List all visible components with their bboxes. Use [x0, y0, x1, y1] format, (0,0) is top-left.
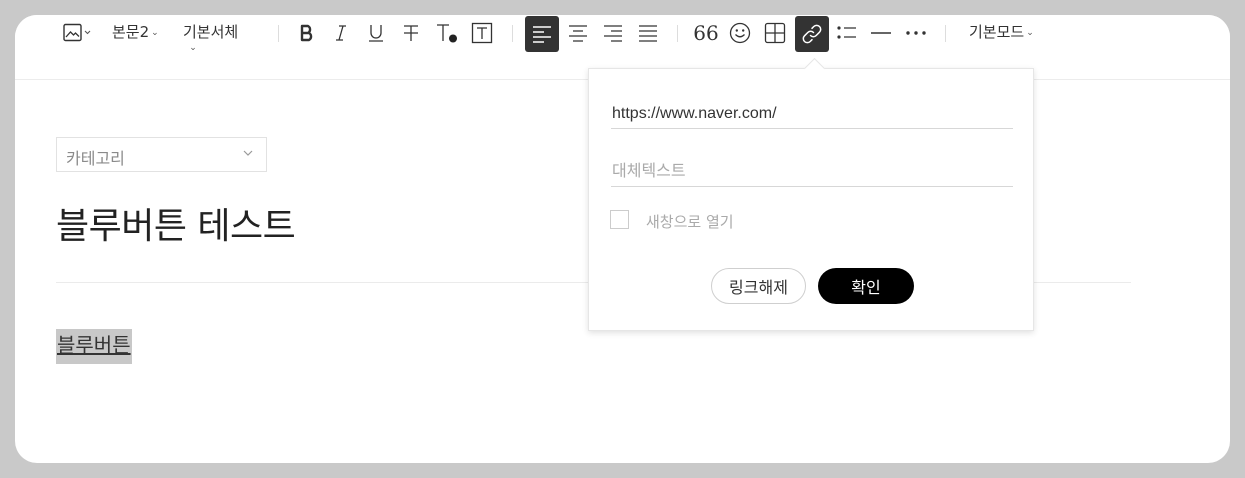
toolbar-separator [512, 25, 513, 42]
editor-window: 본문2 ⌄ 기본서체 ⌄ 66 기본모드 ⌄ 카테고리 블루버튼 테스트 블루버… [15, 15, 1230, 463]
chevron-down-icon [243, 150, 253, 156]
font-family-dropdown[interactable]: 기본서체 ⌄ [183, 21, 238, 56]
list-button[interactable] [835, 22, 859, 44]
align-right-button[interactable] [601, 22, 625, 44]
new-window-checkbox[interactable] [610, 210, 629, 229]
image-insert-button[interactable] [59, 21, 95, 45]
emoji-button[interactable] [728, 22, 752, 44]
toolbar-separator [945, 25, 946, 42]
mode-dropdown[interactable]: 기본모드 ⌄ [969, 21, 1034, 42]
chevron-down-icon: ⌄ [151, 28, 159, 38]
strikethrough-button[interactable] [399, 21, 423, 45]
horizontal-line-icon [871, 32, 891, 34]
link-popover: 새창으로 열기 링크해제 확인 [588, 57, 1034, 331]
horizontal-line-button[interactable] [869, 22, 893, 44]
text-background-button[interactable] [470, 21, 494, 45]
text-background-icon [471, 22, 493, 44]
quote-icon: 66 [693, 21, 719, 45]
strikethrough-icon [404, 25, 418, 41]
quote-button[interactable]: 66 [692, 20, 720, 46]
align-center-button[interactable] [566, 22, 590, 44]
paragraph-style-label: 본문2 [112, 23, 150, 41]
link-icon [802, 24, 822, 44]
emoji-icon [729, 22, 751, 44]
link-button[interactable] [795, 16, 829, 52]
table-icon [764, 22, 786, 44]
category-placeholder: 카테고리 [66, 149, 125, 168]
align-center-icon [569, 25, 587, 42]
mode-label: 기본모드 [969, 23, 1025, 41]
alt-text-input[interactable] [611, 157, 1013, 187]
toolbar-separator [677, 25, 678, 42]
bold-icon [300, 24, 313, 42]
chevron-down-icon: ⌄ [189, 43, 197, 53]
underline-icon [369, 25, 383, 42]
underline-button[interactable] [364, 21, 388, 45]
confirm-button[interactable]: 확인 [818, 268, 914, 304]
align-left-icon [533, 26, 551, 43]
italic-icon [336, 25, 346, 41]
italic-button[interactable] [329, 21, 353, 45]
paragraph-style-dropdown[interactable]: 본문2 ⌄ [112, 21, 159, 42]
image-icon [63, 23, 91, 42]
list-icon [837, 26, 856, 39]
bold-button[interactable] [295, 21, 319, 45]
table-button[interactable] [763, 22, 787, 44]
more-icon [906, 31, 926, 35]
align-justify-icon [639, 25, 657, 42]
toolbar-separator [278, 25, 279, 42]
align-left-button[interactable] [525, 16, 559, 52]
url-input[interactable] [611, 99, 1013, 129]
new-window-label: 새창으로 열기 [646, 213, 734, 231]
unlink-button[interactable]: 링크해제 [711, 268, 806, 304]
category-select[interactable]: 카테고리 [56, 137, 267, 172]
text-color-icon [437, 24, 457, 43]
selected-body-text[interactable]: 블루버튼 [56, 329, 132, 364]
chevron-down-icon: ⌄ [1026, 28, 1034, 38]
align-right-icon [604, 25, 622, 42]
more-button[interactable] [904, 22, 928, 44]
align-justify-button[interactable] [636, 22, 660, 44]
text-color-button[interactable] [434, 21, 460, 45]
post-title[interactable]: 블루버튼 테스트 [56, 197, 296, 249]
